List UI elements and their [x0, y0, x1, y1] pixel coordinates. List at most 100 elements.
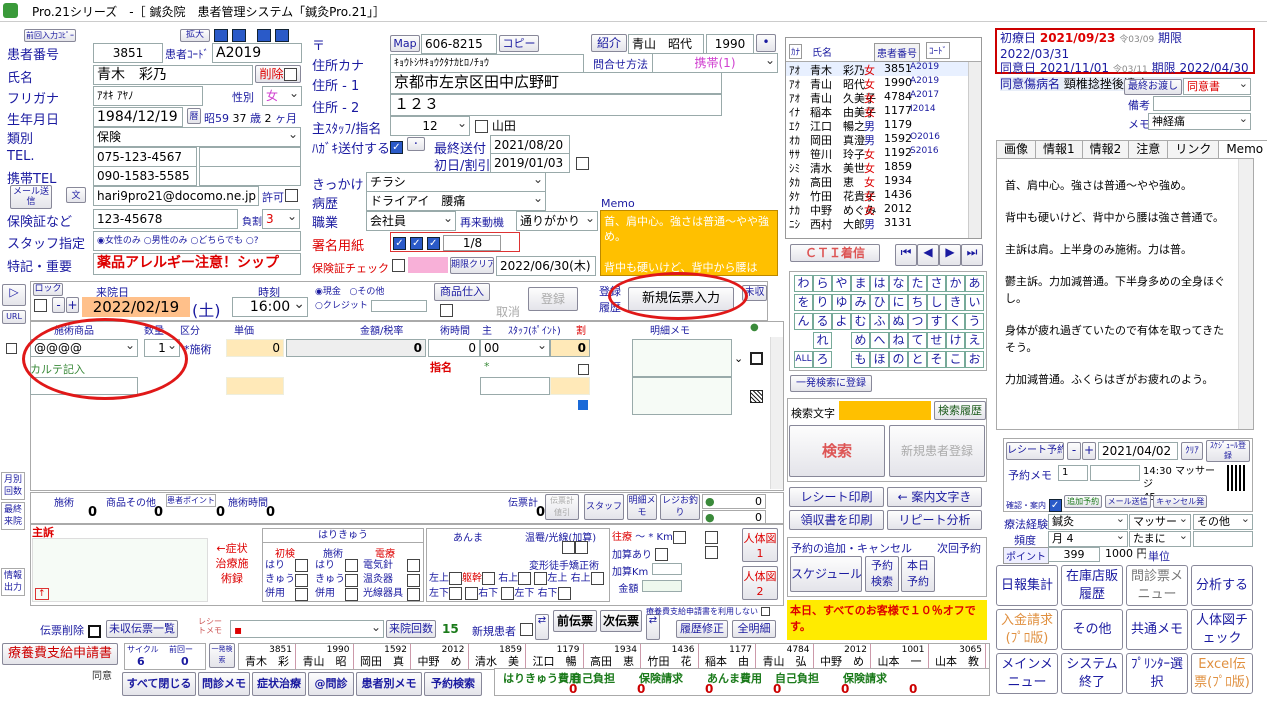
slip-price[interactable]: 0: [226, 339, 284, 357]
resv-memo-dd[interactable]: [1090, 465, 1140, 481]
mobile-field[interactable]: 090-1583-5585: [93, 166, 197, 186]
resv-actions[interactable]: 確認・案内 ✓ 追加予約 メール送信 キャンセル発: [1006, 495, 1208, 512]
burden-select[interactable]: 3: [262, 209, 300, 229]
tab-item[interactable]: 情報1: [1035, 140, 1083, 158]
minus-button[interactable]: -: [1067, 442, 1081, 460]
menu-button[interactable]: システム終了: [1061, 653, 1123, 694]
slip-row-checkbox[interactable]: [6, 341, 17, 355]
kana-field[interactable]: ｱｵｷ ｱﾔﾉ: [93, 86, 203, 106]
time-select[interactable]: 16:00: [232, 297, 308, 317]
last-sent-field[interactable]: 2021/08/20: [490, 135, 570, 155]
tab-item[interactable]: 注意: [1128, 140, 1169, 158]
staff-check[interactable]: 山田: [475, 117, 516, 134]
tel-field-2[interactable]: [199, 147, 301, 167]
today-reservation-button[interactable]: 本日予約: [901, 556, 935, 592]
menu-button[interactable]: 日報集計: [996, 565, 1058, 606]
tool-button[interactable]: すべて閉じる: [122, 672, 196, 696]
final-handover-select[interactable]: 同意書: [1183, 78, 1251, 95]
method2-select[interactable]: マッサー: [1129, 514, 1191, 530]
kana-key[interactable]: ち: [908, 294, 927, 311]
kana-key[interactable]: む: [851, 313, 870, 330]
kana-key[interactable]: ふ: [870, 313, 889, 330]
tab-item[interactable]: 画像: [996, 140, 1037, 158]
menu-button[interactable]: 入金請求(ﾌﾟﾛ版): [996, 609, 1058, 650]
kana-key[interactable]: ほ: [870, 351, 889, 368]
date-plus-button[interactable]: +: [66, 297, 79, 313]
register-button[interactable]: 登録: [528, 287, 578, 311]
history-select[interactable]: ドライアイ 腰痛: [366, 191, 546, 211]
point-field[interactable]: 399: [1048, 547, 1100, 562]
receipt-resv-button[interactable]: レシート予約: [1006, 442, 1064, 460]
kana-key[interactable]: か: [946, 275, 965, 292]
kana-key[interactable]: る: [813, 313, 832, 330]
menu-button[interactable]: 在庫店販履歴: [1061, 565, 1123, 606]
enlarge-button[interactable]: 拡大: [180, 29, 210, 42]
recent-patient[interactable]: 2012 中野 め: [814, 644, 871, 669]
kana-key[interactable]: て: [908, 332, 927, 349]
resv-date-field[interactable]: 2021/04/02: [1098, 442, 1178, 460]
kana-key[interactable]: く: [946, 313, 965, 330]
copy-button[interactable]: コピー: [499, 35, 539, 52]
note-field[interactable]: [1153, 96, 1251, 111]
date-minus-button[interactable]: -: [52, 297, 65, 313]
kana-grid[interactable]: わらやまはなたさかあをりゆみひにちしきいんるよむふぬつすくうれ めへねてせけえ AL…: [789, 271, 987, 371]
cti-button[interactable]: ＣＴＩ着信: [790, 244, 880, 262]
recent-patient[interactable]: 1001 山本 一: [872, 644, 929, 669]
barcode-icon[interactable]: [1227, 465, 1247, 491]
referral-name[interactable]: 青山 昭代: [628, 34, 704, 54]
complaint-text[interactable]: [32, 538, 208, 602]
detail-memo-button[interactable]: 明細メモ: [627, 494, 657, 520]
memo-box[interactable]: 首、肩中心。強さは普通〜やや強め。 背中も硬いけど、背中から腰は: [600, 210, 778, 276]
visit-date-field[interactable]: 2022/02/19: [82, 297, 190, 317]
patient-code-field[interactable]: A2019: [212, 43, 302, 63]
method-select[interactable]: 鍼灸: [1048, 514, 1128, 530]
repeat-analysis-button[interactable]: リピート分析: [887, 510, 982, 530]
receipt-print-button[interactable]: レシート印刷: [789, 487, 884, 507]
kana-key[interactable]: ら: [813, 275, 832, 292]
all-detail-button[interactable]: 全明細: [732, 620, 776, 638]
menu-button[interactable]: メインメニュー: [996, 653, 1058, 694]
memo-panel[interactable]: 首、肩中心。強さは普通〜やや強め。 背中も硬いけど、背中から腰は強さ普通で。 主訴は…: [996, 158, 1254, 430]
mobile-field-2[interactable]: [199, 166, 301, 186]
patient-list-row[interactable]: ｻｻ 笹川 玲子女 1192 S2016: [786, 146, 981, 161]
kana-key[interactable]: わ: [794, 275, 813, 292]
symptom-button[interactable]: ←症状治療施術録: [212, 541, 252, 586]
recent-patients[interactable]: 3851 青木 彩 1990 青山 昭 1592 岡田 真 2012 中野 め 1859 清水 美…: [238, 643, 990, 670]
freq2-select[interactable]: たまに: [1129, 531, 1191, 547]
kana-key[interactable]: ま: [851, 275, 870, 292]
kana-key[interactable]: そ: [927, 351, 946, 368]
nav-arrows[interactable]: ⏮ ◀ ▶ ⏭: [895, 244, 983, 269]
kana-key[interactable]: き: [946, 294, 965, 311]
kana-key[interactable]: は: [870, 275, 889, 292]
contact-select[interactable]: 携帯(1): [652, 53, 778, 73]
sex-select[interactable]: 女: [262, 86, 302, 106]
recent-patient[interactable]: 4784 青山 弘: [757, 644, 814, 669]
slip-disc[interactable]: 0: [550, 339, 590, 357]
plus-button[interactable]: +: [1082, 442, 1096, 460]
search-history-button[interactable]: 検索履歴: [934, 401, 986, 420]
swap-button[interactable]: ⇄: [535, 614, 549, 640]
prev-slip-button[interactable]: 前伝票: [553, 610, 597, 632]
freq3-field[interactable]: [1193, 531, 1253, 547]
info-tabs[interactable]: 画像 情報1 情報2 注意 リンク Memo: [996, 140, 1267, 158]
slip-staff-select[interactable]: 00: [480, 339, 550, 357]
search-button[interactable]: 検索: [789, 425, 885, 477]
kana-key[interactable]: な: [889, 275, 908, 292]
play-button[interactable]: ▷: [2, 284, 26, 306]
ryoshu-print-button[interactable]: 領収書を印刷: [789, 510, 884, 530]
type-select[interactable]: 保険: [93, 127, 301, 147]
quick-search-button[interactable]: 一発検索: [209, 643, 235, 668]
product-check[interactable]: [440, 303, 453, 317]
view-toggle-icons[interactable]: [214, 28, 310, 42]
tab-item[interactable]: Memo: [1218, 140, 1267, 158]
resv-schedule-button[interactable]: ｽｹｼﾞｭｰﾙ登録: [1206, 440, 1250, 462]
menu-button[interactable]: 人体図チェック: [1191, 609, 1253, 650]
tool-button[interactable]: 症状治療: [252, 672, 306, 696]
slip-row2-icon[interactable]: [750, 390, 763, 403]
postcard-checkbox[interactable]: ✓ ・: [390, 137, 425, 154]
lock-button[interactable]: ロック: [33, 283, 63, 296]
kana-key[interactable]: え: [965, 332, 984, 349]
sign-checks[interactable]: ✓ ✓ ✓ 1/8: [390, 232, 520, 252]
kana-key[interactable]: こ: [946, 351, 965, 368]
kana-key[interactable]: た: [908, 275, 927, 292]
